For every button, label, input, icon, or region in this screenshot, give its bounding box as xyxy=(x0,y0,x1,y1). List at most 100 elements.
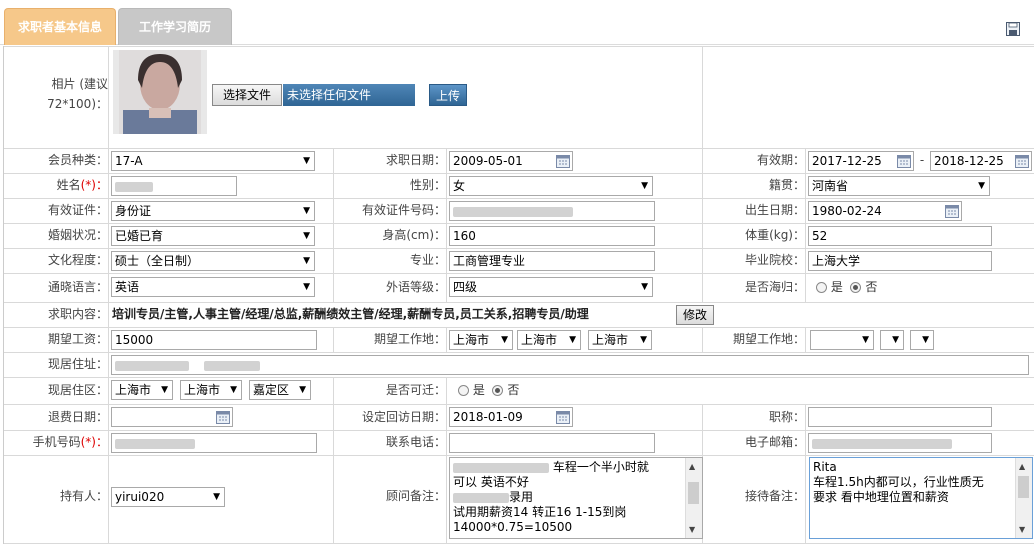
redacted-note-1 xyxy=(453,462,549,473)
scroll-thumb[interactable] xyxy=(1018,476,1029,498)
work-place-province-select[interactable]: 上海市 ▼ xyxy=(449,330,513,350)
district-area-value: 嘉定区 xyxy=(253,383,290,397)
name-label: 姓名(*)： xyxy=(4,173,108,198)
weight-label: 体重(kg)： xyxy=(745,228,805,242)
address-input[interactable] xyxy=(111,355,1029,375)
save-icon[interactable] xyxy=(1006,22,1020,36)
district-city-select[interactable]: 上海市 ▼ xyxy=(180,380,242,400)
calendar-icon[interactable] xyxy=(945,204,959,218)
calendar-icon[interactable] xyxy=(897,154,911,168)
upload-button[interactable]: 上传 xyxy=(429,84,467,106)
returnee-yes-radio[interactable] xyxy=(816,282,827,293)
calendar-icon[interactable] xyxy=(216,410,230,424)
id-number-input[interactable] xyxy=(449,201,655,221)
email-input[interactable] xyxy=(808,433,992,453)
work-place-district-select[interactable]: 上海市 ▼ xyxy=(588,330,652,350)
relocate-yes-radio[interactable] xyxy=(458,385,469,396)
tab-work-study-resume[interactable]: 工作学习简历 xyxy=(118,8,232,45)
returnee-no-label: 否 xyxy=(865,280,878,294)
returnee-no-radio[interactable] xyxy=(850,282,862,293)
member-type-select[interactable]: 17-A ▼ xyxy=(111,151,315,171)
relocate-no-radio[interactable] xyxy=(492,385,504,396)
education-select[interactable]: 硕士（全日制） ▼ xyxy=(111,251,315,271)
salary-label: 期望工资： xyxy=(47,332,108,346)
reception-note-textarea[interactable]: Rita 车程1.5h内都可以，行业性质无 要求 看中地理位置和薪资 ▲ ▼ xyxy=(809,457,1033,539)
owner-select[interactable]: yirui020 ▼ xyxy=(111,487,225,507)
language-value: 英语 xyxy=(115,280,140,294)
height-label: 身高(cm)： xyxy=(382,228,446,242)
name-input[interactable] xyxy=(111,176,237,196)
job-date-input[interactable]: 2009-05-01 xyxy=(449,151,573,171)
job-date-label: 求职日期： xyxy=(385,153,446,167)
valid-to-input[interactable]: 2018-12-25 xyxy=(930,151,1032,171)
language-level-select[interactable]: 四级 ▼ xyxy=(449,277,653,297)
major-input[interactable]: 工商管理专业 xyxy=(449,251,655,271)
relocate-yes-label: 是 xyxy=(472,383,485,397)
gender-select[interactable]: 女 ▼ xyxy=(449,176,653,196)
chevron-down-icon: ▼ xyxy=(862,335,869,345)
work-place-2-province-select[interactable]: ▼ xyxy=(810,330,874,350)
chevron-down-icon: ▼ xyxy=(303,256,310,266)
advisor-note-scrollbar[interactable]: ▲ ▼ xyxy=(685,458,702,538)
visit-date-input[interactable]: 2018-01-09 xyxy=(449,407,573,427)
chevron-down-icon: ▼ xyxy=(978,181,985,191)
calendar-icon[interactable] xyxy=(556,154,570,168)
required-mark: (*)： xyxy=(80,178,108,192)
mobile-input[interactable] xyxy=(111,433,317,453)
marital-select[interactable]: 已婚已育 ▼ xyxy=(111,226,315,246)
scroll-up-icon[interactable]: ▲ xyxy=(689,459,695,474)
advisor-note-line-2: 可以 英语不好 xyxy=(453,475,529,489)
district-province-select[interactable]: 上海市 ▼ xyxy=(111,380,173,400)
reception-note-label: 接待备注： xyxy=(744,489,805,503)
reception-note-scrollbar[interactable]: ▲ ▼ xyxy=(1015,458,1032,538)
district-city-value: 上海市 xyxy=(184,383,221,397)
chevron-down-icon: ▼ xyxy=(230,385,237,395)
advisor-note-text-1: 车程一个半小时就 xyxy=(552,460,649,474)
scroll-up-icon[interactable]: ▲ xyxy=(1019,459,1025,474)
applicant-photo xyxy=(113,50,207,134)
height-input[interactable]: 160 xyxy=(449,226,655,246)
chevron-down-icon: ▼ xyxy=(641,181,648,191)
scroll-down-icon[interactable]: ▼ xyxy=(689,522,695,537)
district-area-select[interactable]: 嘉定区 ▼ xyxy=(249,380,311,400)
member-type-value: 17-A xyxy=(115,154,143,168)
advisor-note-line-4: 试用期薪资14 转正16 1-15到岗 xyxy=(453,505,627,519)
language-select[interactable]: 英语 ▼ xyxy=(111,277,315,297)
work-place-2-city-select[interactable]: ▼ xyxy=(880,330,904,350)
calendar-icon[interactable] xyxy=(556,410,570,424)
tab-basic-info[interactable]: 求职者基本信息 xyxy=(4,8,116,45)
refund-date-input[interactable] xyxy=(111,407,233,427)
name-label-text: 姓名 xyxy=(56,178,81,192)
id-type-select[interactable]: 身份证 ▼ xyxy=(111,201,315,221)
education-value: 硕士（全日制） xyxy=(115,254,200,268)
native-select[interactable]: 河南省 ▼ xyxy=(808,176,990,196)
calendar-icon[interactable] xyxy=(1015,154,1029,168)
redacted-mobile xyxy=(115,438,195,449)
marital-label: 婚姻状况： xyxy=(47,228,108,242)
scroll-thumb[interactable] xyxy=(688,482,699,504)
returnee-yes-label: 是 xyxy=(830,280,843,294)
scroll-down-icon[interactable]: ▼ xyxy=(1019,522,1025,537)
modify-button[interactable]: 修改 xyxy=(676,305,714,325)
weight-input[interactable]: 52 xyxy=(808,226,992,246)
birth-input[interactable]: 1980-02-24 xyxy=(808,201,962,221)
district-label: 现居住区： xyxy=(47,383,108,397)
chevron-down-icon: ▼ xyxy=(303,156,310,166)
valid-from-input[interactable]: 2017-12-25 xyxy=(808,151,914,171)
school-input[interactable]: 上海大学 xyxy=(808,251,992,271)
work-place-city-value: 上海市 xyxy=(521,333,558,347)
id-number-label: 有效证件号码： xyxy=(361,203,446,217)
work-place-2-district-select[interactable]: ▼ xyxy=(910,330,934,350)
salary-input[interactable]: 15000 xyxy=(111,330,317,350)
work-place-city-select[interactable]: 上海市 ▼ xyxy=(517,330,581,350)
chevron-down-icon: ▼ xyxy=(641,282,648,292)
language-label: 通晓语言： xyxy=(47,280,108,294)
advisor-note-text-3: 录用 xyxy=(509,490,534,504)
choose-file-button[interactable]: 选择文件 xyxy=(212,84,282,106)
returnee-radio-group: 是 否 xyxy=(816,275,877,300)
phone-input[interactable] xyxy=(449,433,655,453)
advisor-note-textarea[interactable]: 车程一个半小时就 可以 英语不好 录用 试用期薪资14 转正16 1-15到岗 … xyxy=(449,457,703,539)
chevron-down-icon: ▼ xyxy=(213,492,220,502)
title-input[interactable] xyxy=(808,407,992,427)
marital-value: 已婚已育 xyxy=(115,229,164,243)
